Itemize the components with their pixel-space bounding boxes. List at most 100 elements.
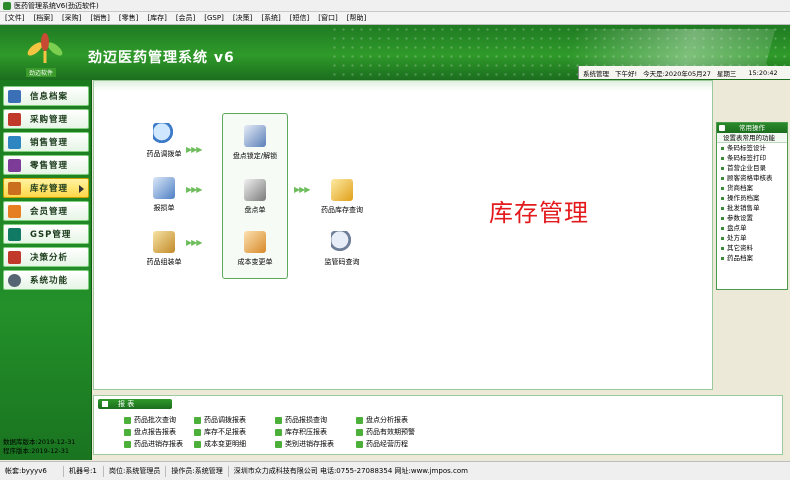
menu-member[interactable]: [会员] — [173, 13, 198, 23]
menu-purchase[interactable]: [采购] — [59, 13, 84, 23]
sidebar-item-label: 决策分析 — [30, 253, 69, 263]
quick-action-item[interactable]: 货商档案 — [717, 183, 787, 193]
sidebar-item-retail[interactable]: 零售管理 — [3, 155, 89, 175]
cost-change-function[interactable]: 成本变更单 — [217, 231, 293, 267]
report-label: 药品调拨报表 — [204, 416, 246, 424]
reports-header[interactable]: 报 表 — [98, 399, 172, 409]
quick-action-item[interactable]: 首营企业目录 — [717, 163, 787, 173]
report-label: 库存不足报表 — [204, 428, 246, 436]
sidebar-item-gsp[interactable]: GSP管理 — [3, 224, 89, 244]
quick-action-item[interactable]: 处方单 — [717, 233, 787, 243]
sidebar-item-member[interactable]: 会员管理 — [3, 201, 89, 221]
sidebar-item-sales[interactable]: 销售管理 — [3, 132, 89, 152]
report-icon — [356, 416, 363, 424]
collapse-icon[interactable] — [719, 125, 725, 131]
arrow-icon: ▶▶▶ — [186, 238, 203, 247]
status-bar: 帐套:byyyv6 机器号:1 岗位:系统管理员 操作员:系统管理 深圳市众力成… — [0, 461, 790, 480]
report-link[interactable]: 盘点报告报表 — [124, 427, 176, 437]
menu-gsp[interactable]: [GSP] — [201, 14, 227, 22]
stock-query-function[interactable]: 药品库存查询 — [304, 179, 380, 215]
stocktake-label: 盘点单 — [244, 206, 266, 214]
report-label: 盘点报告报表 — [134, 428, 176, 436]
quick-action-item[interactable]: 参数设置 — [717, 213, 787, 223]
report-icon — [356, 440, 363, 448]
app-title: 劲迈医药管理系统 v6 — [88, 50, 235, 66]
bullet-icon — [721, 166, 724, 170]
report-link[interactable]: 药品经营历程 — [356, 439, 408, 449]
report-link[interactable]: 药品报损查询 — [275, 415, 327, 425]
db-version: 数据库版本:2019-12-31 — [3, 438, 76, 446]
report-link[interactable]: 药品有效期预警 — [356, 427, 415, 437]
quick-actions-panel: 常用操作 设置表常用的功能 条码标签设计 条码标签打印 首营企业目录 顾客资格审… — [716, 122, 788, 290]
report-link[interactable]: 成本变更明细 — [194, 439, 246, 449]
lock-icon — [244, 125, 266, 147]
report-link[interactable]: 类别进销存报表 — [275, 439, 334, 449]
sidebar-item-info[interactable]: 信息档案 — [3, 86, 89, 106]
supervision-query-function[interactable]: 监管码查询 — [304, 231, 380, 267]
report-link[interactable]: 药品批次查询 — [124, 415, 176, 425]
quick-action-item[interactable]: 药品档案 — [717, 253, 787, 263]
reports-title: 报 表 — [118, 400, 135, 408]
quick-action-item[interactable]: 批发销售单 — [717, 203, 787, 213]
quick-action-label: 顾客资格审核表 — [727, 174, 773, 182]
clipboard-icon — [244, 179, 266, 201]
quick-actions-setting[interactable]: 设置表常用的功能 — [717, 133, 787, 143]
menu-inventory[interactable]: [库存] — [144, 13, 169, 23]
menu-retail[interactable]: [零售] — [116, 13, 141, 23]
quick-action-item[interactable]: 操作员档案 — [717, 193, 787, 203]
status-weekday: 星期三 — [716, 69, 737, 78]
main-top-strip — [94, 81, 712, 91]
stocktake-lock-function[interactable]: 盘点锁定/解锁 — [217, 125, 293, 161]
report-link[interactable]: 盘点分析报表 — [356, 415, 408, 425]
quick-action-item[interactable]: 盘点单 — [717, 223, 787, 233]
report-link[interactable]: 药品调拨报表 — [194, 415, 246, 425]
status-role: 岗位:系统管理员 — [104, 465, 167, 477]
assemble-function[interactable]: 药品组装单 — [126, 231, 202, 267]
menu-decision[interactable]: [决策] — [230, 13, 255, 23]
menu-system[interactable]: [系统] — [258, 13, 283, 23]
menu-archive[interactable]: [档案] — [30, 13, 55, 23]
menu-help[interactable]: [帮助] — [344, 13, 369, 23]
bullet-icon — [721, 226, 724, 230]
status-user: 系统管理 — [583, 69, 609, 78]
cart-icon — [8, 112, 21, 126]
menu-sms[interactable]: [短信] — [287, 13, 312, 23]
quick-action-label: 条码标签打印 — [727, 154, 766, 162]
main-panel: 药品调拨单 报损单 药品组装单 ▶▶▶ ▶▶▶ ▶▶▶ 盘点锁定/解锁 盘点单 … — [93, 80, 713, 390]
sidebar-item-purchase[interactable]: 采购管理 — [3, 109, 89, 129]
menu-sales[interactable]: [销售] — [87, 13, 112, 23]
sidebar-item-decision[interactable]: 决策分析 — [3, 247, 89, 267]
quick-action-item[interactable]: 其它资料 — [717, 243, 787, 253]
menu-file[interactable]: [文件] — [2, 13, 27, 23]
report-icon — [124, 428, 131, 436]
assemble-label: 药品组装单 — [146, 258, 182, 266]
status-company: 深圳市众力成科技有限公司 电话:0755-27088354 网址:www.jmp… — [233, 466, 468, 475]
window-titlebar: 医药管理系统V6(劲迈软件) — [0, 0, 790, 12]
quick-action-item[interactable]: 顾客资格审核表 — [717, 173, 787, 183]
logo-caption: 劲迈软件 — [26, 68, 57, 77]
bullet-icon — [721, 146, 724, 150]
report-link[interactable]: 药品进销存报表 — [124, 439, 183, 449]
report-loss-function[interactable]: 报损单 — [126, 177, 202, 213]
collapse-icon[interactable] — [102, 401, 108, 407]
stocktake-function[interactable]: 盘点单 — [217, 179, 293, 215]
quick-action-item[interactable]: 条码标签打印 — [717, 153, 787, 163]
chart-icon — [8, 250, 21, 264]
sidebar-item-system[interactable]: 系统功能 — [3, 270, 89, 290]
report-icon — [356, 428, 363, 436]
sidebar-item-inventory[interactable]: 库存管理 — [3, 178, 89, 198]
report-link[interactable]: 库存不足报表 — [194, 427, 246, 437]
banner-decoration — [564, 29, 776, 69]
report-icon — [194, 416, 201, 424]
shop-icon — [8, 158, 21, 172]
people-icon — [244, 231, 266, 253]
report-link[interactable]: 库存积压报表 — [275, 427, 327, 437]
report-icon — [275, 428, 282, 436]
boxes-icon — [331, 179, 353, 201]
quick-action-item[interactable]: 条码标签设计 — [717, 143, 787, 153]
menu-window[interactable]: [窗口] — [315, 13, 340, 23]
report-label: 库存积压报表 — [285, 428, 327, 436]
quick-actions-header[interactable]: 常用操作 — [717, 123, 787, 133]
member-icon — [8, 204, 21, 218]
transfer-label: 药品调拨单 — [146, 150, 182, 158]
